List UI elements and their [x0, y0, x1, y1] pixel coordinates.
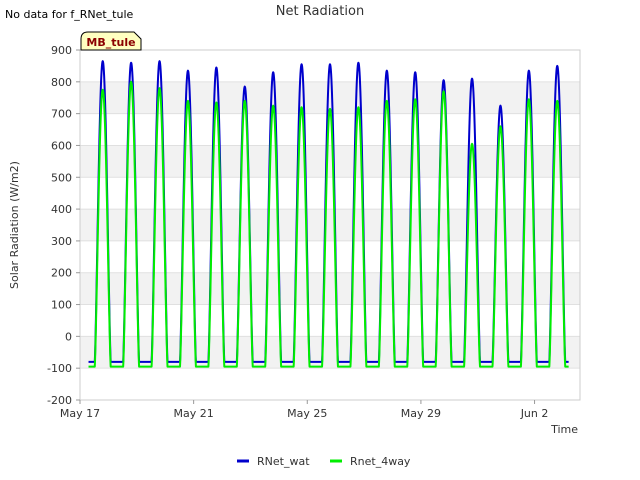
y-tick-label: -200: [47, 394, 72, 407]
y-tick-label: 900: [51, 44, 72, 57]
grid-band: [80, 336, 580, 369]
y-tick-label: 400: [51, 203, 72, 216]
y-tick-label: 500: [51, 171, 72, 184]
x-tick-label: May 25: [287, 407, 327, 420]
legend: RNet_wat Rnet_4way: [237, 455, 411, 468]
y-tick-label: 200: [51, 267, 72, 280]
x-axis-ticks: May 17 May 21 May 25 May 29 Jun 2: [60, 400, 549, 420]
no-data-note: No data for f_RNet_tule: [5, 8, 134, 21]
x-tick-label: Jun 2: [520, 407, 549, 420]
y-axis-ticks: -200 -100 0 100 200 300 400 500 600 700 800 900: [47, 44, 80, 407]
net-radiation-chart: No data for f_RNet_tule Net Radiation -2…: [5, 4, 581, 468]
mb-tule-badge: MB_tule: [80, 31, 142, 51]
y-tick-label: 300: [51, 235, 72, 248]
y-tick-label: -100: [47, 362, 72, 375]
x-tick-label: May 21: [174, 407, 214, 420]
x-axis-label: Time: [550, 423, 578, 436]
badge-label: MB_tule: [86, 36, 135, 49]
x-tick-label: May 17: [60, 407, 100, 420]
y-axis-label: Solar Radiation (W/m2): [8, 161, 21, 289]
legend-label: RNet_wat: [257, 455, 310, 468]
y-tick-label: 0: [65, 330, 72, 343]
y-tick-label: 600: [51, 139, 72, 152]
y-tick-label: 700: [51, 108, 72, 121]
chart-title: Net Radiation: [276, 4, 364, 19]
legend-label: Rnet_4way: [350, 455, 411, 468]
x-tick-label: May 29: [401, 407, 441, 420]
y-tick-label: 100: [51, 299, 72, 312]
y-tick-label: 800: [51, 76, 72, 89]
